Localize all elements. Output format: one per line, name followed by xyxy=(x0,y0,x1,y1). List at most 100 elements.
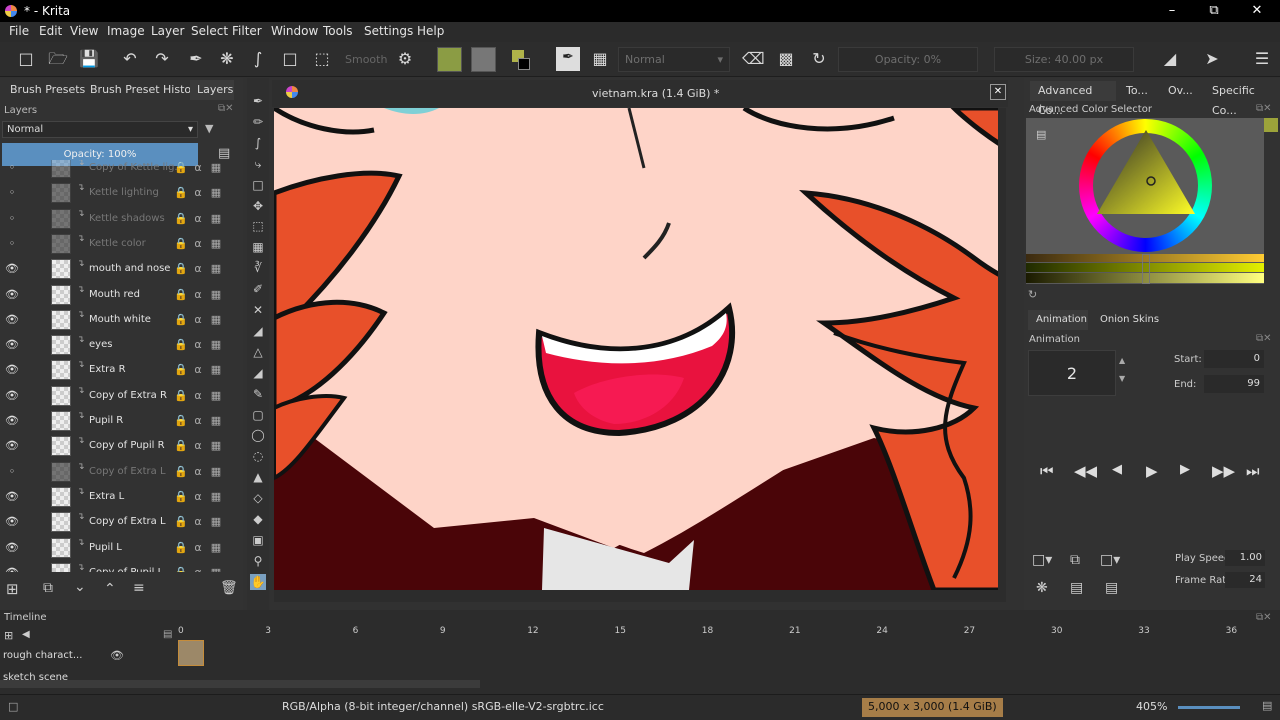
menu-filter[interactable]: Filter xyxy=(232,24,262,38)
layer-name[interactable]: eyes xyxy=(89,339,112,350)
lock-icon[interactable]: 🔒 xyxy=(174,465,188,479)
opacity-slider[interactable]: Opacity: 0% xyxy=(838,47,978,72)
add-layer-icon[interactable]: ⊞ xyxy=(6,580,19,598)
alpha-inherit-icon[interactable]: α xyxy=(191,288,205,302)
first-frame-icon[interactable]: ⏮ xyxy=(1040,462,1054,480)
toolbar-menu-icon[interactable]: ☰ xyxy=(1252,49,1272,69)
layer-name[interactable]: Copy of Kettle lig... xyxy=(89,162,184,173)
zoom-slider[interactable] xyxy=(1178,706,1240,709)
onion-skin-layer-icon[interactable]: ▦ xyxy=(209,490,223,504)
alpha-inherit-icon[interactable]: α xyxy=(191,515,205,529)
alpha-inherit-icon[interactable]: α xyxy=(191,414,205,428)
menu-edit[interactable]: Edit xyxy=(39,24,62,38)
rect-select-icon[interactable]: ▢ xyxy=(250,407,266,423)
color-picker-icon[interactable]: ∛ xyxy=(250,260,266,276)
color-docker-float-icon[interactable]: ⧉✕ xyxy=(1256,103,1272,114)
timeline-add-layer-icon[interactable]: ⊞ xyxy=(4,629,13,642)
layer-row[interactable]: 👁 ↴ eyes 🔒 α ▦ xyxy=(0,333,243,358)
undo-icon[interactable]: ↶ xyxy=(120,49,140,69)
layer-name[interactable]: Extra L xyxy=(89,491,124,502)
layer-name[interactable]: Mouth red xyxy=(89,289,140,300)
eye-icon[interactable]: 👁 xyxy=(5,262,19,276)
brush-icon[interactable]: ✒ xyxy=(186,49,206,69)
layer-name[interactable]: Copy of Extra R xyxy=(89,390,167,401)
pin-icon[interactable]: ✎ xyxy=(250,386,266,402)
layer-row[interactable]: 👁 ↴ Pupil L 🔒 α ▦ xyxy=(0,536,243,561)
size-slider[interactable]: Size: 40.00 px xyxy=(994,47,1134,72)
alpha-inherit-icon[interactable]: α xyxy=(191,363,205,377)
measure-icon[interactable]: ◢ xyxy=(250,323,266,339)
dynamic-brush-icon[interactable]: ⤷ xyxy=(250,156,266,172)
move-layer-up-icon[interactable]: ⌃ xyxy=(104,581,116,597)
close-button[interactable]: ✕ xyxy=(1237,1,1277,21)
layer-name[interactable]: mouth and nose xyxy=(89,263,170,274)
menu-settings[interactable]: Settings xyxy=(364,24,413,38)
polygon-select-icon[interactable]: ▲ xyxy=(250,469,266,485)
timeline-left-arrow-icon[interactable]: ◀ xyxy=(22,629,30,640)
onion-skin-icon[interactable]: ❋ xyxy=(1036,580,1048,596)
lock-icon[interactable]: 🔒 xyxy=(174,490,188,504)
ellipse-select-icon[interactable]: ◯ xyxy=(250,427,266,443)
layer-name[interactable]: Mouth white xyxy=(89,314,151,325)
layer-row[interactable]: 👁 ↴ Extra R 🔒 α ▦ xyxy=(0,358,243,383)
mirror-horizontal-icon[interactable]: ◢ xyxy=(1160,49,1180,69)
hidden-eye-icon[interactable]: ◦ xyxy=(5,465,19,479)
layer-name[interactable]: Kettle color xyxy=(89,238,146,249)
alpha-inherit-icon[interactable]: α xyxy=(191,490,205,504)
alpha-inherit-icon[interactable]: α xyxy=(191,439,205,453)
hidden-eye-icon[interactable]: ◦ xyxy=(5,161,19,175)
onion-skin-layer-icon[interactable]: ▦ xyxy=(209,414,223,428)
layer-row[interactable]: ◦ ↴ Kettle lighting 🔒 α ▦ xyxy=(0,181,243,206)
freehand-brush-icon[interactable]: ✏ xyxy=(250,114,266,130)
layer-row[interactable]: 👁 ↴ Copy of Extra R 🔒 α ▦ xyxy=(0,384,243,409)
menu-select[interactable]: Select xyxy=(191,24,228,38)
selection-display-icon[interactable]: □ xyxy=(8,700,18,713)
new-document-icon[interactable]: □ xyxy=(16,49,36,69)
gradient-swatch[interactable] xyxy=(471,47,496,72)
alpha-inherit-icon[interactable]: α xyxy=(191,262,205,276)
hidden-eye-icon[interactable]: ◦ xyxy=(5,212,19,226)
bezier-select-icon[interactable]: ▣ xyxy=(250,532,266,548)
layer-row[interactable]: 👁 ↴ mouth and nose 🔒 α ▦ xyxy=(0,257,243,282)
magnetic-select-icon[interactable]: ◆ xyxy=(250,511,266,527)
minimize-button[interactable]: – xyxy=(1152,1,1192,21)
previous-keyframe-icon[interactable]: ◀◀ xyxy=(1074,462,1097,480)
redo-icon[interactable]: ↷ xyxy=(152,49,172,69)
animation-docker-float-icon[interactable]: ⧉✕ xyxy=(1256,333,1272,344)
lock-icon[interactable]: 🔒 xyxy=(174,389,188,403)
rotate-icon[interactable]: ⬚ xyxy=(250,218,266,234)
onion-skin-layer-icon[interactable]: ▦ xyxy=(209,566,223,572)
layer-name[interactable]: Kettle lighting xyxy=(89,187,159,198)
onion-skin-layer-icon[interactable]: ▦ xyxy=(209,161,223,175)
layer-row[interactable]: 👁 ↴ Copy of Pupil R 🔒 α ▦ xyxy=(0,434,243,459)
saturation-value-triangle[interactable] xyxy=(1097,130,1197,216)
add-keyframe-icon[interactable]: □▾ xyxy=(1032,552,1052,568)
lock-icon[interactable]: 🔒 xyxy=(174,541,188,555)
lock-icon[interactable]: 🔒 xyxy=(174,313,188,327)
start-frame-field[interactable]: 0 xyxy=(1204,350,1264,368)
lock-icon[interactable]: 🔒 xyxy=(174,515,188,529)
menu-layer[interactable]: Layer xyxy=(151,24,184,38)
previous-frame-icon[interactable]: ◀ xyxy=(1112,462,1122,477)
color-refresh-icon[interactable]: ↻ xyxy=(1028,288,1037,301)
tab-overview[interactable]: Ov... xyxy=(1168,81,1193,101)
audio-icon[interactable]: ▤ xyxy=(1105,580,1118,596)
tab-advanced-color[interactable]: Advanced Co... xyxy=(1030,81,1116,117)
pan-icon[interactable]: ✋ xyxy=(250,573,266,590)
timeline-zoom-icon[interactable]: ▤ xyxy=(163,629,172,640)
freehand-select-icon[interactable]: ◌ xyxy=(250,448,266,464)
eye-icon[interactable]: 👁 xyxy=(5,313,19,327)
duplicate-keyframe-icon[interactable]: ⧉ xyxy=(1070,552,1080,568)
play-speed-field[interactable]: 1.00 xyxy=(1225,550,1265,566)
alpha-inherit-icon[interactable]: α xyxy=(191,161,205,175)
lock-icon[interactable]: 🔒 xyxy=(174,363,188,377)
layer-row[interactable]: ◦ ↴ Kettle shadows 🔒 α ▦ xyxy=(0,207,243,232)
layer-row[interactable]: 👁 ↴ Pupil R 🔒 α ▦ xyxy=(0,409,243,434)
menu-file[interactable]: File xyxy=(9,24,29,38)
alpha-lock-icon[interactable]: ▩ xyxy=(776,49,796,69)
eye-icon[interactable]: 👁 xyxy=(5,414,19,428)
last-frame-icon[interactable]: ⏭ xyxy=(1246,462,1260,480)
background-color-swatch[interactable] xyxy=(518,58,530,70)
onion-skin-layer-icon[interactable]: ▦ xyxy=(209,541,223,555)
menu-help[interactable]: Help xyxy=(417,24,444,38)
